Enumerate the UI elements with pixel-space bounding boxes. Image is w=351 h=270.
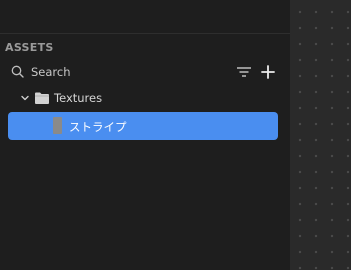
search-icon — [11, 65, 24, 78]
plus-icon[interactable] — [259, 63, 277, 81]
search-row — [0, 62, 290, 82]
folder-row-textures[interactable]: Textures — [0, 88, 290, 110]
asset-row-selected[interactable]: ストライプ — [8, 112, 278, 140]
search-input[interactable] — [31, 64, 221, 80]
folder-label: Textures — [54, 91, 103, 105]
assets-section-title: ASSETS — [5, 41, 54, 54]
filter-icon[interactable] — [235, 64, 253, 80]
texture-thumbnail-icon — [53, 117, 62, 134]
assets-panel: ASSETS Textures ストライプ — [0, 0, 290, 270]
asset-label: ストライプ — [69, 120, 127, 134]
panel-header-strip — [0, 0, 290, 34]
canvas-area[interactable] — [290, 0, 351, 270]
folder-icon — [35, 92, 49, 104]
chevron-down-icon[interactable] — [19, 92, 31, 104]
